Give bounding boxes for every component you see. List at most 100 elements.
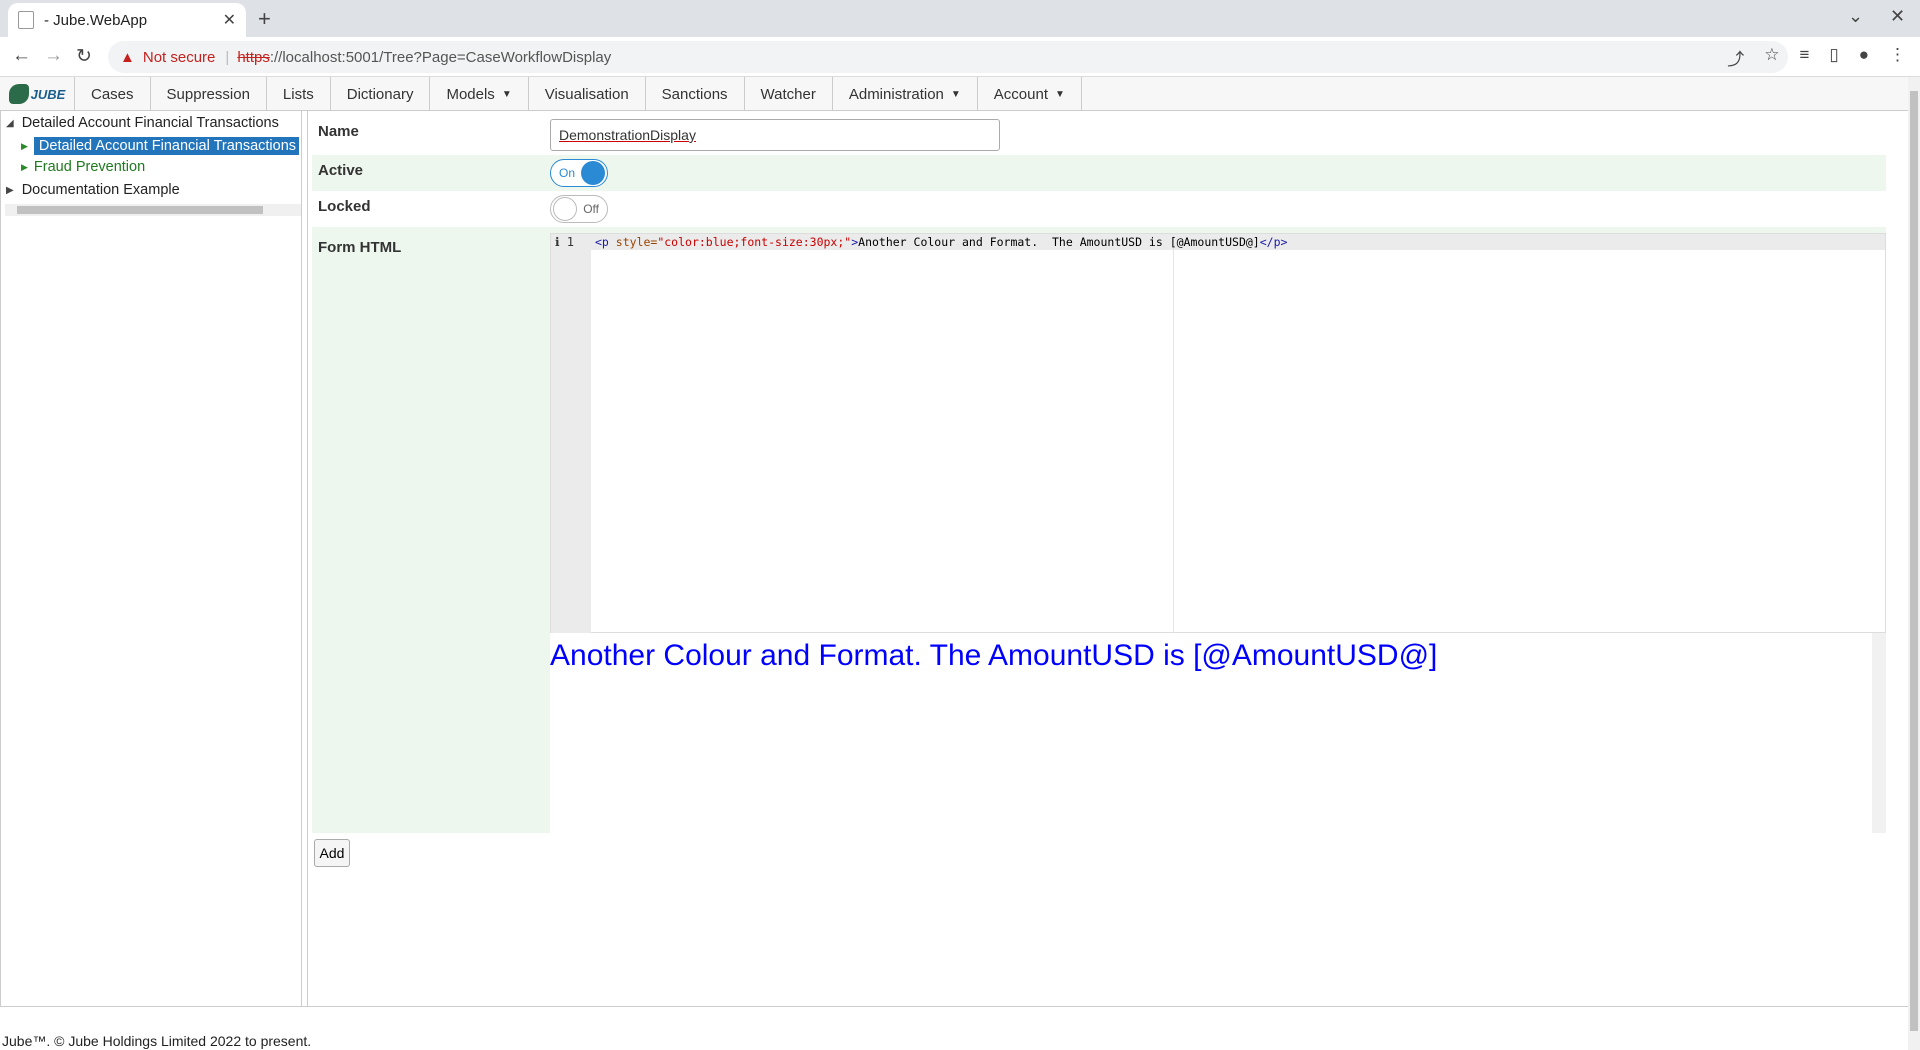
code-open-tag: <p [595,235,609,249]
menu-cases[interactable]: Cases [75,77,151,111]
window-close-icon[interactable]: ✕ [1890,6,1905,27]
menu-label: Watcher [760,85,816,103]
collapsed-triangle-icon[interactable]: ▶ [21,141,28,152]
toggle-state-label: Off [583,202,599,216]
url-text: ://localhost:5001/Tree?Page=CaseWorkflow… [269,48,612,66]
toggle-state-label: On [559,166,576,180]
forward-icon[interactable]: → [44,45,63,67]
locked-label: Locked [318,198,371,215]
caret-down-icon: ▼ [1055,88,1065,100]
address-bar-row: ← → ↻ ▲ Not secure | https ://localhost:… [0,37,1920,77]
menu-label: Dictionary [346,85,414,103]
menu-dictionary[interactable]: Dictionary [331,77,431,111]
tree-node-fraud-prevention[interactable]: ▶ Fraud Prevention [21,159,145,175]
locked-row: Locked Off [312,191,1886,227]
page-icon [18,11,34,29]
preview-text: Another Colour and Format. The AmountUSD… [550,639,1438,672]
expanded-triangle-icon[interactable]: ◢ [6,118,14,129]
menu-account[interactable]: Account ▼ [978,77,1082,111]
name-value: DemonstrationDisplay [559,127,696,143]
menu-label: Suppression [166,85,250,103]
preview-scrollbar[interactable] [1872,633,1886,833]
active-row: Active On [312,155,1886,191]
name-field[interactable]: DemonstrationDisplay [550,119,1000,151]
active-label: Active [318,162,364,179]
menu-watcher[interactable]: Watcher [745,77,833,111]
menu-label: Models [446,85,495,103]
url-scheme: https [237,48,270,66]
address-separator: | [225,48,230,66]
tree-node-label: Detailed Account Financial Transactions [21,115,279,131]
menu-administration[interactable]: Administration ▼ [833,77,978,111]
more-menu-icon[interactable]: ⋮ [1889,45,1906,70]
footer: Jube™. © Jube Holdings Limited 2022 to p… [0,1006,1908,1050]
tree-node-selected[interactable]: ▶ Detailed Account Financial Transaction… [21,137,299,155]
active-toggle[interactable]: On [550,159,608,187]
code-line[interactable]: <p style="color:blue;font-size:30px;">An… [595,235,1287,249]
name-label: Name [318,123,359,140]
menu-label: Sanctions [661,85,728,103]
logo-text: JUBE [30,86,66,102]
tab-search-icon[interactable]: ⌄ [1848,6,1863,27]
menu-label: Lists [282,85,314,103]
html-preview: Another Colour and Format. The AmountUSD… [550,633,1886,833]
menu-lists[interactable]: Lists [267,77,331,111]
tree-horizontal-scrollbar[interactable] [5,204,301,216]
code-editor[interactable]: ℹ 1 <p style="color:blue;font-size:30px;… [550,233,1886,634]
media-icon[interactable]: ≡ [1799,45,1809,70]
add-button[interactable]: Add [314,839,350,867]
line-number: ℹ 1 [555,235,575,249]
code-attr: style= [608,235,658,249]
browser-toolbar: ⤴ ☆ ≡ ▯ ● ⋮ [1727,45,1906,70]
new-tab-button[interactable]: + [258,6,271,32]
menu-visualisation[interactable]: Visualisation [529,77,646,111]
scrollbar-thumb[interactable] [17,206,263,214]
tree-node-label: Documentation Example [21,182,180,198]
caret-down-icon: ▼ [950,88,961,100]
tree-node-documentation[interactable]: ▶ Documentation Example [6,182,180,198]
tree-sidebar: ◢ Detailed Account Financial Transaction… [0,111,302,1006]
page-scrollbar[interactable] [1908,77,1920,1050]
share-icon[interactable]: ⤴ [1727,45,1744,70]
reload-icon[interactable]: ↻ [76,45,92,68]
tree-node-label: Fraud Prevention [33,159,146,175]
main-form: Name DemonstrationDisplay Active On Lock… [308,111,1908,1006]
tree-node-root[interactable]: ◢ Detailed Account Financial Transaction… [6,115,279,131]
not-secure-label[interactable]: Not secure [143,49,216,66]
menu-label: Account [993,85,1048,103]
code-text: Another Colour and Format. The AmountUSD… [858,235,1260,249]
scrollbar-thumb[interactable] [1910,91,1918,1031]
tree-node-label: Detailed Account Financial Transactions … [33,137,299,155]
menu-suppression[interactable]: Suppression [151,77,267,111]
menu-label: Visualisation [544,85,629,103]
jube-logo[interactable]: JUBE [0,77,75,111]
address-bar[interactable]: ▲ Not secure | https ://localhost:5001/T… [108,41,1788,73]
logo-icon [8,84,29,104]
form-html-row: Form HTML ℹ 1 <p style="color:blue;font-… [312,227,1886,833]
close-tab-icon[interactable]: ✕ [223,10,236,30]
back-icon[interactable]: ← [12,45,31,67]
menu-sanctions[interactable]: Sanctions [646,77,745,111]
code-value: "color:blue;font-size:30px;" [657,235,852,249]
browser-tab-strip: - Jube.WebApp ✕ + ⌄ ✕ [0,0,1920,37]
side-panel-icon[interactable]: ▯ [1829,45,1838,70]
profile-icon[interactable]: ● [1859,45,1869,70]
browser-tab[interactable]: - Jube.WebApp ✕ [8,3,246,37]
collapsed-triangle-icon[interactable]: ▶ [6,185,14,196]
bookmark-star-icon[interactable]: ☆ [1764,45,1779,70]
editor-gutter: ℹ 1 [551,234,591,634]
line-number-value: 1 [566,235,575,249]
footer-text: Jube™. © Jube Holdings Limited 2022 to p… [2,1033,312,1049]
collapsed-triangle-icon[interactable]: ▶ [21,162,28,173]
menu-label: Cases [91,85,134,103]
menu-label: Administration [848,85,944,103]
tab-title: - Jube.WebApp [44,11,148,29]
locked-toggle[interactable]: Off [550,195,608,223]
caret-down-icon: ▼ [501,88,512,100]
name-row: Name DemonstrationDisplay [312,119,1886,157]
warning-icon[interactable]: ▲ [120,49,135,66]
menu-models[interactable]: Models ▼ [430,77,529,111]
print-margin [1173,234,1174,634]
app-menu-bar: JUBE Cases Suppression Lists Dictionary … [0,77,1908,111]
code-close-tag: </p> [1259,235,1288,249]
